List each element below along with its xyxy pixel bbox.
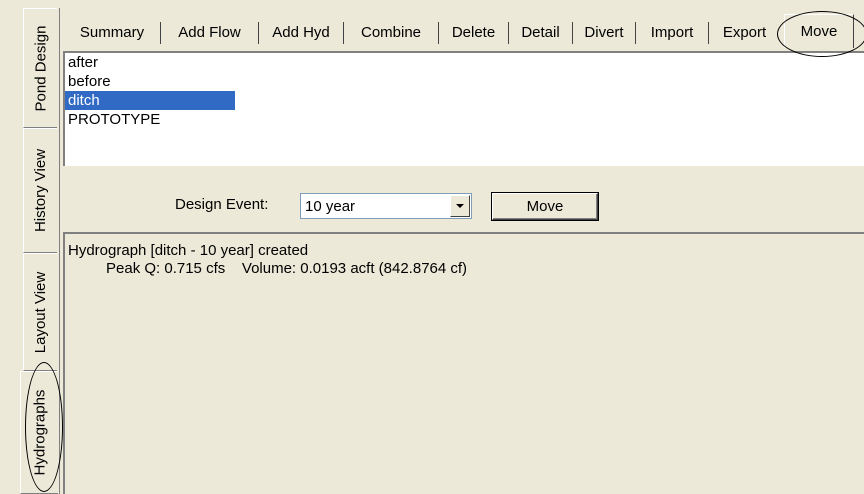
tab-label: Import (650, 23, 694, 41)
tab-import[interactable]: Import (636, 17, 708, 47)
tab-label: Export (722, 23, 767, 41)
output-line: Hydrograph [ditch - 10 year] created (68, 242, 309, 259)
list-item[interactable]: after (65, 53, 235, 72)
design-event-label: Design Event: (175, 196, 269, 213)
tab-label: Add Hyd (272, 23, 330, 41)
list-item[interactable]: before (65, 72, 235, 91)
side-tab-divider (59, 8, 60, 494)
output-panel: Hydrograph [ditch - 10 year] created Pea… (63, 232, 864, 494)
side-tab-layout-view[interactable]: Layout View (23, 253, 57, 371)
side-tab-label: Pond Design (32, 25, 49, 111)
tab-label: Divert (584, 23, 624, 41)
side-tab-label: History View (32, 148, 49, 233)
side-tab-history-view[interactable]: History View (23, 128, 57, 253)
tab-export[interactable]: Export (709, 17, 780, 47)
tab-divert[interactable]: Divert (573, 17, 635, 47)
tab-label: Add Flow (178, 23, 241, 41)
dropdown-arrow-button[interactable] (450, 195, 470, 217)
side-tab-hydrographs[interactable]: Hydrographs (20, 371, 58, 494)
tab-delete[interactable]: Delete (439, 17, 508, 47)
tab-label: Summary (79, 23, 145, 41)
output-line: Peak Q: 0.715 cfs Volume: 0.0193 acft (8… (106, 260, 468, 277)
side-tab-strip: Pond Design History View Layout View Hyd… (20, 8, 59, 494)
tab-add-hyd[interactable]: Add Hyd (259, 17, 343, 47)
side-tab-label: Hydrographs (31, 389, 49, 476)
tab-label: Detail (521, 23, 560, 41)
list-item-selected[interactable]: ditch (65, 91, 235, 110)
tab-summary[interactable]: Summary (64, 17, 160, 47)
move-button[interactable]: Move (492, 193, 598, 220)
side-tab-pond-design[interactable]: Pond Design (23, 8, 57, 128)
tab-label: Move (800, 23, 838, 40)
design-event-value: 10 year (305, 198, 356, 215)
hydrograph-list[interactable]: after before ditch PROTOTYPE (63, 51, 864, 166)
side-tab-label: Layout View (32, 271, 50, 353)
tab-label: Delete (451, 23, 496, 41)
design-event-select[interactable]: 10 year (300, 193, 472, 219)
tab-label: Combine (360, 23, 422, 41)
tab-detail[interactable]: Detail (509, 17, 572, 47)
tab-move[interactable]: Move (784, 14, 854, 48)
list-item[interactable]: PROTOTYPE (65, 110, 235, 129)
chevron-down-icon (456, 204, 464, 208)
tab-add-flow[interactable]: Add Flow (161, 17, 258, 47)
tab-combine[interactable]: Combine (344, 17, 438, 47)
